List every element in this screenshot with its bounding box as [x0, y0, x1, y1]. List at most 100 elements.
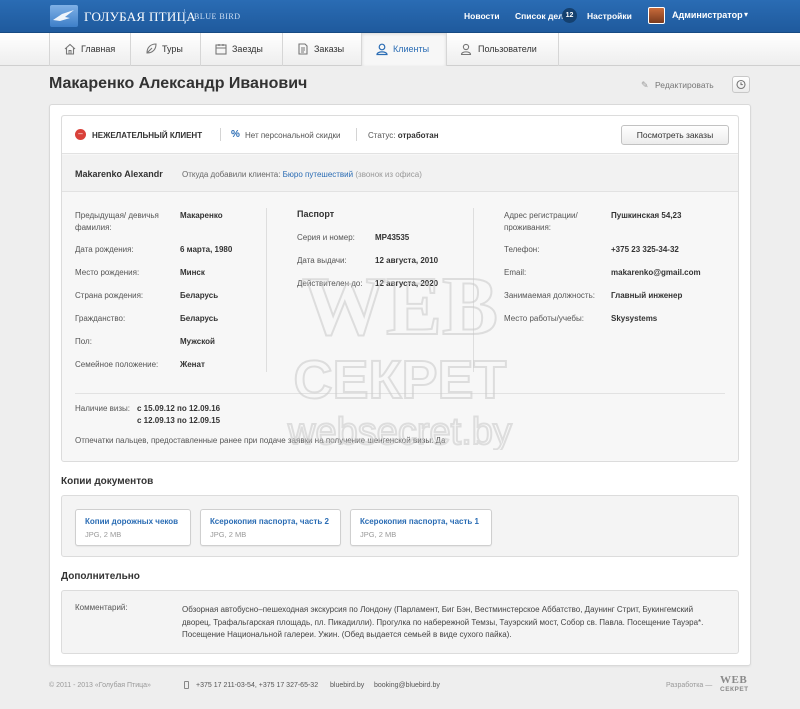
- clock-icon: [736, 79, 746, 90]
- history-button[interactable]: [732, 76, 750, 93]
- top-bar: ГОЛУБАЯ ПТИЦА BLUE BIRD Новости Список д…: [0, 0, 800, 33]
- settings-link[interactable]: Настройки: [587, 11, 632, 21]
- footer-dev-label: Разработка —: [666, 682, 713, 689]
- passport-valid-value: 12 августа, 2020: [375, 279, 439, 288]
- percent-icon: %: [231, 129, 240, 140]
- passport-issue-value: 12 августа, 2010: [375, 256, 439, 265]
- discount-label: Нет персональной скидки: [245, 131, 341, 140]
- sex-value: Мужской: [180, 337, 215, 346]
- tab-clients[interactable]: Клиенты: [362, 33, 447, 66]
- websecret-logo-bottom: СЕКРЕТ: [720, 686, 749, 693]
- birth-date-value: 6 марта, 1980: [180, 245, 233, 254]
- email-label: Email:: [504, 268, 527, 277]
- passport-number-label: Серия и номер:: [297, 233, 355, 242]
- warning-icon: –: [75, 129, 86, 140]
- logo-subtitle: BLUE BIRD: [194, 12, 241, 21]
- section-divider: [75, 393, 725, 394]
- address-value: Пушкинская 54,23: [611, 211, 682, 220]
- status-label: Статус:: [368, 131, 396, 140]
- maiden-name-label: Предыдущая/ девичья фамилия:: [75, 211, 159, 232]
- edit-link[interactable]: Редактировать: [655, 80, 714, 90]
- logo-divider: [184, 9, 185, 24]
- source-link[interactable]: Бюро путешествий: [283, 170, 353, 179]
- chevron-down-icon[interactable]: ▾: [744, 10, 748, 19]
- tab-label: Туры: [162, 44, 183, 54]
- footer-copyright: © 2011 - 2013 «Голубая Птица»: [49, 682, 151, 689]
- birth-place-label: Место рождения:: [75, 268, 140, 277]
- position-label: Занимаемая должность:: [504, 291, 595, 300]
- workplace-label: Место работы/учебы:: [504, 314, 584, 323]
- birth-place-value: Минск: [180, 268, 205, 277]
- todo-count-badge: 12: [562, 8, 577, 23]
- birth-country-label: Страна рождения:: [75, 291, 144, 300]
- source-note: (звонок из офиса): [355, 170, 422, 179]
- phone-value: +375 23 325-34-32: [611, 245, 679, 254]
- document-title[interactable]: Копии дорожных чеков: [85, 517, 178, 526]
- footer-email-link[interactable]: booking@bluebird.by: [374, 682, 440, 689]
- todo-link[interactable]: Список дел: [515, 11, 564, 21]
- document-icon: [298, 43, 308, 55]
- address-label: Адрес регистрации/ проживания:: [504, 211, 578, 232]
- tab-users[interactable]: Пользователи: [447, 33, 559, 66]
- pencil-icon[interactable]: ✎: [641, 80, 649, 91]
- birth-country-value: Беларусь: [180, 291, 219, 300]
- email-value: makarenko@gmail.com: [611, 268, 701, 277]
- tab-label: Пользователи: [478, 44, 537, 54]
- fingerprints-text: Отпечатки пальцев, предоставленные ранее…: [75, 436, 446, 445]
- leaf-icon: [146, 43, 157, 54]
- citizenship-label: Гражданство:: [75, 314, 126, 323]
- additional-heading: Дополнительно: [61, 571, 140, 582]
- client-source: Откуда добавили клиента: Бюро путешестви…: [182, 170, 422, 179]
- user-menu[interactable]: Администратор: [672, 10, 743, 20]
- maiden-name-value: Макаренко: [180, 211, 223, 220]
- divider: [356, 128, 357, 141]
- family-status-label: Семейное положение:: [75, 360, 159, 369]
- position-value: Главный инженер: [611, 291, 683, 300]
- birth-date-label: Дата рождения:: [75, 245, 134, 254]
- footer-phones: +375 17 211-03-54, +375 17 327-65-32: [196, 682, 319, 689]
- source-label: Откуда добавили клиента:: [182, 170, 281, 179]
- document-meta: JPG, 2 MB: [210, 530, 247, 539]
- comment-text: Обзорная автобусно–пешеходная экскурсия …: [182, 605, 704, 639]
- phone-label: Телефон:: [504, 245, 540, 254]
- visa-entry: с 12.09.13 по 12.09.15: [137, 416, 221, 425]
- footer-site-link[interactable]: bluebird.by: [330, 682, 364, 689]
- tab-home[interactable]: Главная: [49, 33, 131, 66]
- news-link[interactable]: Новости: [464, 11, 500, 21]
- tab-label: Заказы: [314, 44, 345, 54]
- visa-entry: с 15.09.12 по 12.09.16: [137, 404, 221, 413]
- avatar[interactable]: [648, 7, 665, 24]
- view-orders-button[interactable]: Посмотреть заказы: [621, 125, 729, 145]
- bird-logo-icon[interactable]: [50, 5, 78, 27]
- tab-label: Клиенты: [393, 44, 430, 54]
- document-title[interactable]: Ксерокопия паспорта, часть 2: [210, 517, 329, 526]
- page-title: Макаренко Александр Иванович: [49, 75, 308, 92]
- status-text: Статус: отработан: [368, 131, 439, 140]
- websecret-logo[interactable]: WEB СЕКРЕТ: [720, 675, 749, 694]
- workplace-value: Skysystems: [611, 314, 658, 323]
- comment-label: Комментарий:: [75, 603, 128, 612]
- users-icon: [460, 43, 472, 56]
- client-latin-name: Makarenko Alexandr: [75, 169, 163, 179]
- document-card[interactable]: Копии дорожных чеков JPG, 2 MB: [75, 509, 191, 546]
- tab-label: Главная: [81, 44, 116, 54]
- sex-label: Пол:: [75, 337, 92, 346]
- tab-arrivals[interactable]: Заезды: [201, 33, 283, 66]
- family-status-value: Женат: [180, 360, 205, 369]
- column-divider: [473, 208, 474, 372]
- citizenship-value: Беларусь: [180, 314, 219, 323]
- phone-icon: [184, 681, 189, 689]
- document-meta: JPG, 2 MB: [360, 530, 397, 539]
- divider: [220, 128, 221, 141]
- documents-heading: Копии документов: [61, 476, 154, 487]
- document-title[interactable]: Ксерокопия паспорта, часть 1: [360, 517, 479, 526]
- tab-tours[interactable]: Туры: [131, 33, 201, 66]
- passport-issue-label: Дата выдачи:: [297, 256, 347, 265]
- document-card[interactable]: Ксерокопия паспорта, часть 1 JPG, 2 MB: [350, 509, 492, 546]
- tab-label: Заезды: [232, 44, 263, 54]
- logo-title[interactable]: ГОЛУБАЯ ПТИЦА: [84, 9, 196, 25]
- tab-orders[interactable]: Заказы: [283, 33, 362, 66]
- column-divider: [266, 208, 267, 372]
- document-card[interactable]: Ксерокопия паспорта, часть 2 JPG, 2 MB: [200, 509, 341, 546]
- status-value: отработан: [397, 131, 439, 140]
